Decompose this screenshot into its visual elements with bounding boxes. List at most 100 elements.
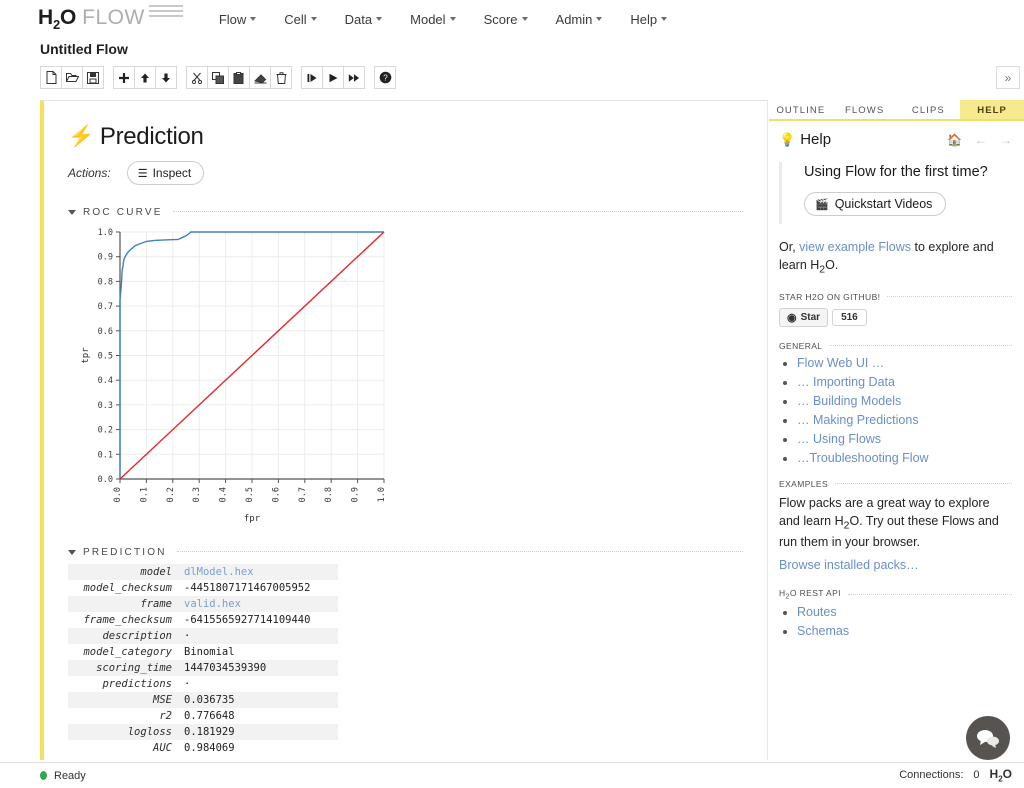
move-cell-down-icon[interactable]: [155, 66, 177, 89]
table-row: frame_checksum-6415565927714109440: [68, 612, 338, 628]
x-axis-title: fpr: [244, 514, 261, 524]
move-cell-up-icon[interactable]: [134, 66, 156, 89]
prediction-cell[interactable]: 708ms ⚡ Prediction Actions: ☰ Inspect RO…: [40, 101, 767, 760]
nav-item-model[interactable]: Model: [396, 8, 469, 31]
y-tick-label: 0.5: [98, 352, 113, 362]
github-star-widget: ◉ Star 516: [779, 308, 1012, 327]
group-divider: [829, 345, 1012, 346]
home-icon[interactable]: 🏠: [947, 133, 962, 147]
table-cell-value-link[interactable]: valid.hex: [178, 596, 338, 612]
group-divider: [887, 296, 1012, 297]
inspect-button[interactable]: ☰ Inspect: [127, 161, 205, 185]
y-tick-label: 1.0: [98, 228, 113, 238]
github-group-header: STAR H2O ON GITHUB!: [779, 292, 1012, 302]
nav-item-data[interactable]: Data: [331, 8, 396, 31]
open-notebook-icon[interactable]: [61, 66, 83, 89]
y-tick-label: 0.2: [98, 426, 113, 436]
logo-h2o: H2O: [38, 6, 76, 32]
svg-text:?: ?: [383, 74, 388, 83]
x-tick-label: 0.8: [324, 487, 334, 502]
table-cell-key: logloss: [68, 724, 178, 740]
nav-item-help[interactable]: Help: [616, 8, 681, 31]
chevron-down-icon: [596, 17, 602, 21]
list-item: Routes: [797, 605, 1012, 619]
nav-item-admin[interactable]: Admin: [542, 8, 617, 31]
tab-help[interactable]: HELP: [960, 100, 1024, 119]
triangle-down-icon: [68, 550, 76, 555]
h2o-flow-logo: H2O FLOW: [38, 6, 183, 32]
back-icon[interactable]: ←: [975, 133, 987, 147]
prediction-table: modeldlModel.hexmodel_checksum-445180717…: [68, 564, 338, 756]
y-tick-label: 0.8: [98, 277, 113, 287]
tab-outline[interactable]: OUTLINE: [769, 100, 833, 119]
page-title: ⚡ Prediction: [68, 123, 743, 151]
table-cell-key: frame_checksum: [68, 612, 178, 628]
nav-item-flow[interactable]: Flow: [205, 8, 270, 31]
tab-flows[interactable]: FLOWS: [833, 100, 897, 119]
cut-cell-icon[interactable]: [186, 66, 208, 89]
prediction-section-header[interactable]: PREDICTION: [68, 547, 743, 558]
help-panel-header: 💡 Help 🏠 ← →: [779, 131, 1012, 148]
clear-cell-icon[interactable]: [249, 66, 271, 89]
general-link[interactable]: … Making Predictions: [797, 413, 919, 427]
github-star-button[interactable]: ◉ Star: [779, 308, 828, 327]
quickstart-videos-button[interactable]: 🎬 Quickstart Videos: [804, 192, 946, 216]
nav-item-score[interactable]: Score: [470, 8, 542, 31]
prediction-section-label: PREDICTION: [83, 547, 167, 558]
github-star-count[interactable]: 516: [832, 309, 867, 326]
status-text: Ready: [54, 770, 86, 782]
paste-cell-icon[interactable]: [228, 66, 250, 89]
nav-item-cell[interactable]: Cell: [270, 8, 330, 31]
chevron-down-icon: [661, 17, 667, 21]
table-cell-key: model_checksum: [68, 580, 178, 596]
browse-installed-packs-link[interactable]: Browse installed packs…: [779, 558, 919, 572]
notebook-toolbar: ?: [40, 66, 405, 89]
delete-cell-icon[interactable]: [270, 66, 292, 89]
forward-icon[interactable]: →: [1000, 133, 1012, 147]
save-notebook-icon[interactable]: [82, 66, 104, 89]
logo-lines-icon: [149, 5, 183, 20]
table-cell-key: frame: [68, 596, 178, 612]
list-item: … Building Models: [797, 394, 1012, 408]
chevron-down-icon: [450, 17, 456, 21]
general-link[interactable]: Flow Web UI …: [797, 356, 884, 370]
general-link[interactable]: … Building Models: [797, 394, 901, 408]
view-example-flows-link[interactable]: view example Flows: [799, 240, 911, 254]
run-cell-icon[interactable]: [301, 66, 323, 89]
roc-curve-section-header[interactable]: ROC CURVE: [68, 207, 743, 218]
table-cell-key: model: [68, 564, 178, 580]
general-link[interactable]: … Using Flows: [797, 432, 881, 446]
insert-cell-icon[interactable]: [113, 66, 135, 89]
examples-group-header: EXAMPLES: [779, 479, 1012, 489]
y-tick-label: 0.1: [98, 450, 113, 460]
first-time-callout: Using Flow for the first time? 🎬 Quickst…: [779, 162, 1012, 224]
actions-label: Actions:: [68, 166, 111, 180]
x-tick-label: 0.9: [351, 487, 361, 502]
run-all-icon[interactable]: [322, 66, 344, 89]
help-panel: 💡 Help 🏠 ← → Using Flow for the first ti…: [769, 121, 1024, 638]
help-panel-title: Help: [800, 131, 831, 148]
table-cell-value-link[interactable]: dlModel.hex: [178, 564, 338, 580]
flow-title[interactable]: Untitled Flow: [40, 41, 128, 57]
inspect-button-label: Inspect: [153, 166, 192, 180]
general-link[interactable]: … Importing Data: [797, 375, 895, 389]
list-item: … Importing Data: [797, 375, 1012, 389]
chat-support-button[interactable]: [966, 716, 1010, 760]
or-prefix: Or,: [779, 240, 799, 254]
tab-clips[interactable]: CLIPS: [897, 100, 961, 119]
copy-cell-icon[interactable]: [207, 66, 229, 89]
table-cell-key: r2: [68, 708, 178, 724]
rest-links-list: Routes Schemas: [779, 605, 1012, 638]
rest-api-link[interactable]: Schemas: [797, 624, 849, 638]
chevron-down-icon: [376, 17, 382, 21]
rest-api-link[interactable]: Routes: [797, 605, 837, 619]
x-tick-label: 0.0: [113, 487, 123, 502]
or-end: O.: [825, 258, 838, 272]
new-notebook-icon[interactable]: [40, 66, 62, 89]
cell-actions: Actions: ☰ Inspect: [68, 161, 743, 185]
toolbar-group-run: [301, 66, 364, 89]
continue-running-icon[interactable]: [343, 66, 365, 89]
general-link[interactable]: …Troubleshooting Flow: [797, 451, 929, 465]
expand-sidebar-button[interactable]: »: [996, 66, 1020, 89]
assist-help-icon[interactable]: ?: [374, 66, 396, 89]
